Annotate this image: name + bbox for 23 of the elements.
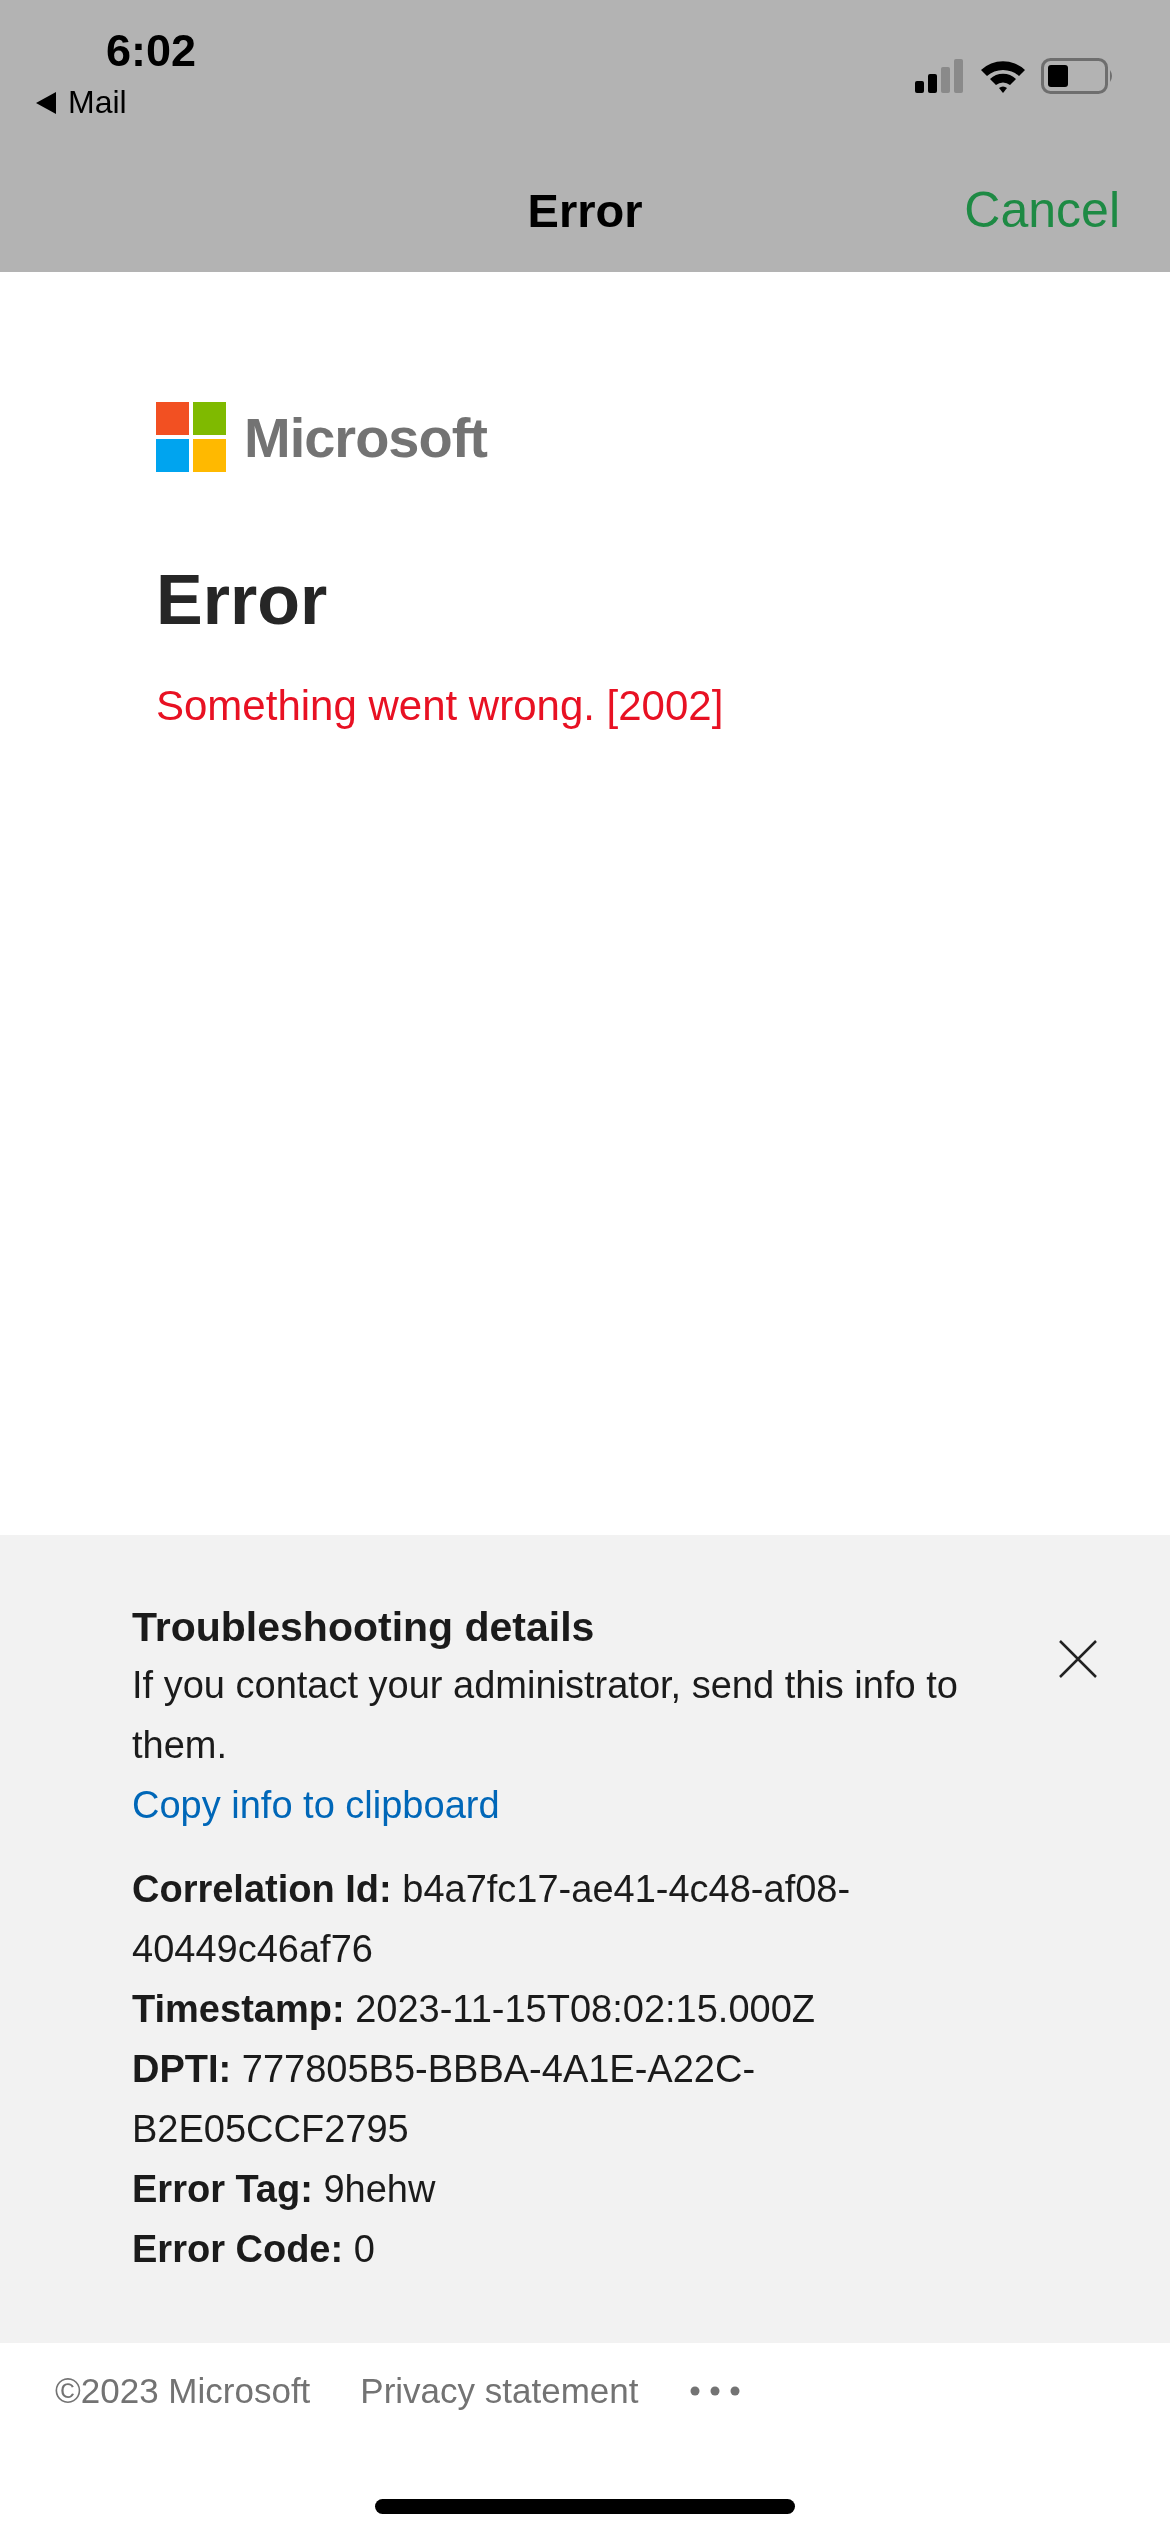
nav-title: Error bbox=[527, 182, 643, 238]
detail-line: Timestamp: 2023-11-15T08:02:15.000Z bbox=[132, 1987, 816, 2032]
more-icon[interactable] bbox=[688, 2385, 741, 2397]
detail-line: DPTI: 777805B5-BBBA-4A1E-A22C-B2E05CCF2795 bbox=[132, 2047, 757, 2152]
signal-icon bbox=[915, 59, 965, 93]
back-icon[interactable] bbox=[36, 91, 56, 114]
detail-line: Error Code: 0 bbox=[132, 2227, 376, 2272]
error-heading: Error bbox=[156, 560, 329, 640]
copy-link[interactable]: Copy info to clipboard bbox=[132, 1775, 500, 1835]
privacy-link[interactable]: Privacy statement bbox=[360, 2371, 639, 2411]
panel-title: Troubleshooting details bbox=[132, 1603, 596, 1652]
battery-icon bbox=[1041, 58, 1115, 94]
error-message: Something went wrong. [2002] bbox=[156, 682, 725, 730]
wifi-icon bbox=[979, 58, 1027, 94]
detail-line: Error Tag: 9hehw bbox=[132, 2167, 437, 2212]
copyright-text: ©2023 Microsoft bbox=[55, 2371, 311, 2411]
close-icon[interactable] bbox=[1058, 1639, 1098, 1679]
back-link[interactable]: Mail bbox=[68, 84, 127, 121]
status-time: 6:02 bbox=[106, 24, 197, 78]
windows-logo-icon bbox=[156, 402, 226, 472]
panel-description: If you contact your administrator, send this info to them. bbox=[132, 1663, 959, 1768]
logo-text: Microsoft bbox=[244, 404, 487, 470]
detail-line: Correlation Id: b4a7fc17-ae41-4c48-af08-40449c46af76 bbox=[132, 1867, 852, 1972]
